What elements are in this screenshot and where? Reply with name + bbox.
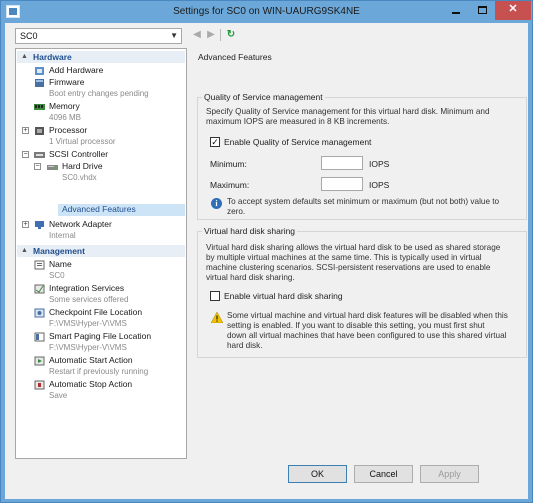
- expand-icon[interactable]: +: [22, 221, 29, 228]
- tree-item-network-adapter-detail: Internal: [49, 231, 76, 240]
- tree-item-hard-drive-detail: SC0.vhdx: [62, 173, 97, 182]
- automatic-start-icon: [34, 356, 45, 366]
- dialog-body: SC0 ▼ ◀ ▶ ↻ ▲ Hardware Add Hardware Firm…: [5, 23, 528, 499]
- maximum-iops-unit: IOPS: [369, 180, 390, 190]
- toolbar-separator: [220, 29, 221, 41]
- back-icon[interactable]: ◀: [191, 29, 203, 41]
- sharing-warning-line-3: down all virtual machines that have been…: [227, 331, 507, 340]
- tree-item-processor-detail: 1 Virtual processor: [49, 137, 116, 146]
- sharing-description-line-4: virtual hard disk sharing.: [206, 273, 295, 282]
- forward-icon[interactable]: ▶: [205, 29, 217, 41]
- sharing-description-line-2: by multiple virtual machines at the same…: [206, 253, 482, 262]
- minimum-label: Minimum:: [210, 159, 247, 169]
- tree-item-automatic-start-action-detail: Restart if previously running: [49, 367, 149, 376]
- management-section-header[interactable]: ▲ Management: [17, 245, 185, 257]
- tree-item-name-detail: SC0: [49, 271, 65, 280]
- maximize-button[interactable]: [469, 1, 495, 20]
- minimize-icon: [452, 12, 460, 14]
- tree-item-integration-services[interactable]: Integration Services: [49, 283, 124, 294]
- sharing-warning-line-1: Some virtual machine and virtual hard di…: [227, 311, 508, 320]
- info-icon: i: [211, 198, 222, 209]
- minimum-iops-input[interactable]: [321, 156, 363, 170]
- memory-icon: [34, 104, 45, 110]
- qos-description-line-1: Specify Quality of Service management fo…: [206, 107, 490, 116]
- hardware-section-header[interactable]: ▲ Hardware: [17, 51, 185, 63]
- tree-item-advanced-features[interactable]: Advanced Features: [62, 204, 136, 215]
- minimum-iops-unit: IOPS: [369, 159, 390, 169]
- maximize-icon: [478, 6, 487, 14]
- tree-item-automatic-stop-action-detail: Save: [49, 391, 68, 400]
- sharing-legend: Virtual hard disk sharing: [202, 226, 298, 236]
- collapse-icon: ▲: [21, 247, 28, 254]
- add-hardware-icon: [35, 67, 44, 75]
- tree-item-firmware[interactable]: Firmware: [49, 77, 84, 88]
- tree-item-integration-services-detail: Some services offered: [49, 295, 129, 304]
- tree-item-checkpoint-file-location-detail: F:\VMS\Hyper-V\VMS: [49, 319, 127, 328]
- settings-panel: Advanced Features Quality of Service man…: [189, 48, 527, 459]
- tree-item-smart-paging-file-location-detail: F:\VMS\Hyper-V\VMS: [49, 343, 127, 352]
- tree-item-memory-detail: 4096 MB: [49, 113, 82, 122]
- vm-select[interactable]: SC0 ▼: [15, 28, 182, 44]
- tree-item-checkpoint-file-location[interactable]: Checkpoint File Location: [49, 307, 142, 318]
- chevron-down-icon: ▼: [170, 31, 178, 40]
- settings-tree: ▲ Hardware Add Hardware Firmware Boot en…: [15, 48, 187, 459]
- collapse-icon[interactable]: −: [34, 163, 41, 170]
- sharing-group: Virtual hard disk sharing Virtual hard d…: [197, 226, 527, 358]
- tree-item-scsi-controller[interactable]: SCSI Controller: [49, 149, 108, 160]
- integration-services-icon: [34, 284, 45, 294]
- automatic-stop-icon: [34, 380, 45, 390]
- collapse-icon: ▲: [21, 53, 28, 60]
- expand-icon[interactable]: +: [22, 127, 29, 134]
- tree-item-memory[interactable]: Memory: [49, 101, 80, 112]
- title-bar[interactable]: Settings for SC0 on WIN-UAURG9SK4NE ✕: [1, 1, 532, 23]
- maximum-label: Maximum:: [210, 180, 250, 190]
- tree-item-automatic-stop-action[interactable]: Automatic Stop Action: [49, 379, 132, 390]
- sharing-warning-line-4: hard disk.: [227, 341, 263, 350]
- minimize-button[interactable]: [443, 1, 469, 20]
- tree-item-smart-paging-file-location[interactable]: Smart Paging File Location: [49, 331, 151, 342]
- close-button[interactable]: ✕: [495, 1, 531, 20]
- refresh-icon[interactable]: ↻: [225, 29, 237, 41]
- tree-item-firmware-detail: Boot entry changes pending: [49, 89, 149, 98]
- enable-sharing-label: Enable virtual hard disk sharing: [224, 291, 343, 301]
- ok-button[interactable]: OK: [288, 465, 347, 483]
- collapse-icon[interactable]: −: [22, 151, 29, 158]
- settings-window: Settings for SC0 on WIN-UAURG9SK4NE ✕ SC…: [0, 0, 533, 503]
- network-adapter-icon: [35, 221, 44, 229]
- tree-item-add-hardware[interactable]: Add Hardware: [49, 65, 103, 76]
- tree-item-hard-drive[interactable]: Hard Drive: [62, 161, 103, 172]
- qos-group: Quality of Service management Specify Qu…: [197, 92, 527, 220]
- firmware-icon: [35, 79, 44, 87]
- sharing-description-line-3: machine clustering scenarios. SCSI-persi…: [206, 263, 491, 272]
- vm-select-value: SC0: [20, 31, 38, 41]
- tree-item-name[interactable]: Name: [49, 259, 72, 270]
- qos-info-line-1: To accept system defaults set minimum or…: [227, 197, 500, 206]
- tree-item-automatic-start-action[interactable]: Automatic Start Action: [49, 355, 133, 366]
- warning-icon: [211, 312, 223, 323]
- tree-item-processor[interactable]: Processor: [49, 125, 87, 136]
- enable-sharing-checkbox[interactable]: [210, 291, 220, 301]
- checkpoint-icon: [34, 308, 45, 318]
- qos-info-line-2: zero.: [227, 207, 246, 216]
- cancel-button[interactable]: Cancel: [354, 465, 413, 483]
- maximum-iops-input[interactable]: [321, 177, 363, 191]
- tree-item-network-adapter[interactable]: Network Adapter: [49, 219, 112, 230]
- enable-qos-checkbox[interactable]: ✓: [210, 137, 220, 147]
- scsi-controller-icon: [34, 152, 45, 158]
- sharing-description-line-1: Virtual hard disk sharing allows the vir…: [206, 243, 501, 252]
- panel-heading: Advanced Features: [198, 52, 272, 62]
- apply-button[interactable]: Apply: [420, 465, 479, 483]
- processor-icon: [35, 127, 44, 135]
- qos-description-line-2: maximum IOPS are measured in 8 KB increm…: [206, 117, 390, 126]
- qos-legend: Quality of Service management: [202, 92, 325, 102]
- smart-paging-icon: [34, 332, 45, 342]
- enable-qos-label: Enable Quality of Service management: [224, 137, 372, 147]
- name-icon: [34, 260, 45, 270]
- sharing-warning-line-2: setting is enabled. If you want to disab…: [227, 321, 485, 330]
- hard-drive-icon: [47, 165, 58, 170]
